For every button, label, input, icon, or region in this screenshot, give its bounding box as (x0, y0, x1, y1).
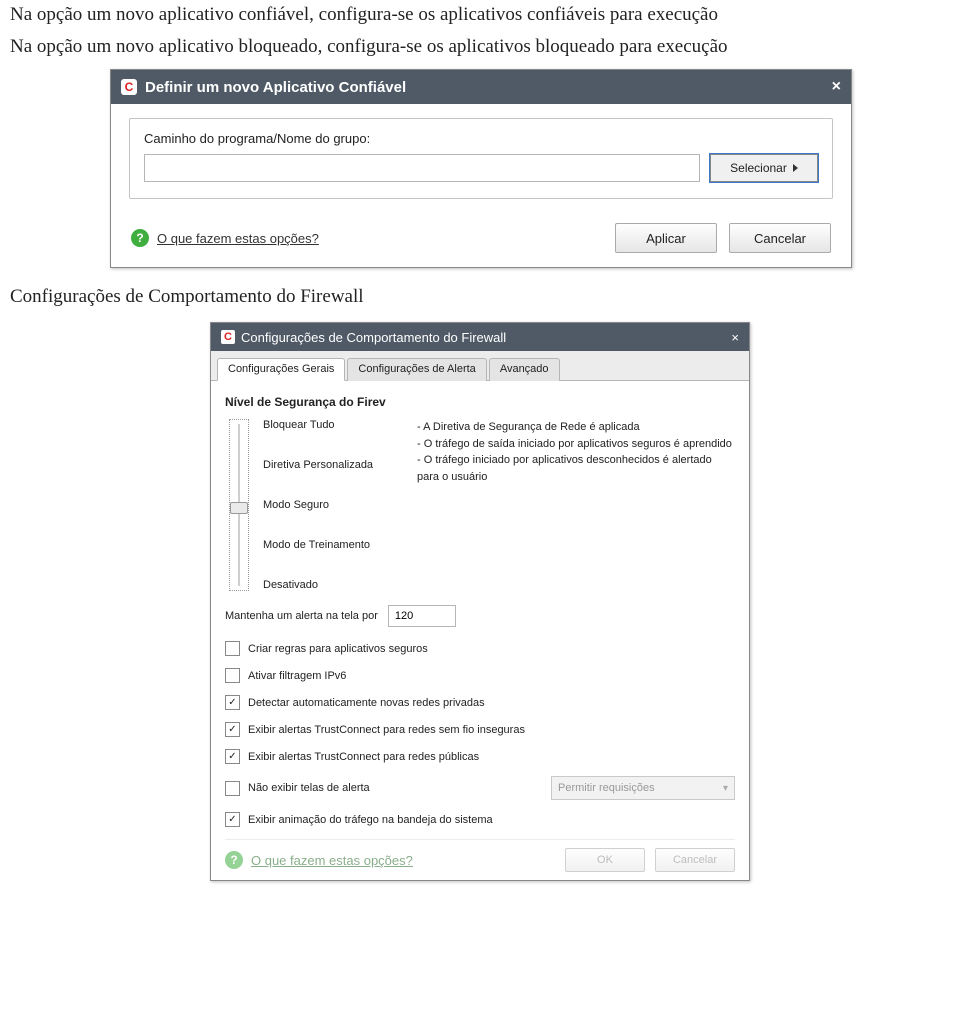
checkbox-label: Exibir animação do tráfego na bandeja do… (248, 814, 493, 826)
tab-advanced[interactable]: Avançado (489, 358, 560, 381)
help-link[interactable]: O que fazem estas opções? (157, 231, 319, 246)
help-icon[interactable]: ? (225, 851, 243, 869)
apply-button[interactable]: Aplicar (615, 223, 717, 253)
desc-line: - A Diretiva de Segurança de Rede é apli… (417, 419, 735, 436)
dialog1-body: Caminho do programa/Nome do grupo: Selec… (111, 104, 851, 267)
help-link[interactable]: O que fazem estas opções? (251, 853, 413, 868)
checkbox-icon[interactable]: ✓ (225, 722, 240, 737)
checkbox-label: Criar regras para aplicativos seguros (248, 643, 428, 655)
checkbox-row-trustconnect-public: ✓ Exibir alertas TrustConnect para redes… (225, 749, 735, 764)
desc-line: - O tráfego de saída iniciado por aplica… (417, 436, 735, 453)
checkbox-icon[interactable]: ✓ (225, 812, 240, 827)
keep-alert-label: Mantenha um alerta na tela por (225, 610, 378, 622)
doc-line-1: Na opção um novo aplicativo confiável, c… (0, 0, 960, 32)
dialog2-footer: ? O que fazem estas opções? OK Cancelar (225, 839, 735, 872)
checkbox-label: Detectar automaticamente novas redes pri… (248, 697, 485, 709)
dialog1-titlebar: C Definir um novo Aplicativo Confiável × (111, 70, 851, 104)
comodo-logo-icon: C (221, 330, 235, 344)
checkbox-icon[interactable]: ✓ (225, 695, 240, 710)
checkbox-icon[interactable] (225, 781, 240, 796)
comodo-logo-icon: C (121, 79, 137, 95)
chevron-down-icon: ▾ (723, 783, 728, 794)
allow-requests-dropdown[interactable]: Permitir requisições ▾ (551, 776, 735, 800)
checkbox-row-safe-apps: Criar regras para aplicativos seguros (225, 641, 735, 656)
close-icon[interactable]: × (731, 330, 739, 345)
security-level-slider[interactable] (229, 419, 249, 591)
security-level-description: - A Diretiva de Segurança de Rede é apli… (417, 417, 735, 485)
checkbox-row-tray-animation: ✓ Exibir animação do tráfego na bandeja … (225, 812, 735, 827)
checkbox-row-detect-networks: ✓ Detectar automaticamente novas redes p… (225, 695, 735, 710)
dialog2-title-text: Configurações de Comportamento do Firewa… (241, 330, 506, 345)
program-path-fieldset: Caminho do programa/Nome do grupo: Selec… (129, 118, 833, 199)
dialog-define-trusted-app: C Definir um novo Aplicativo Confiável ×… (110, 69, 852, 268)
dialog-firewall-behavior: C Configurações de Comportamento do Fire… (210, 322, 750, 881)
dialog1-footer: ? O que fazem estas opções? Aplicar Canc… (129, 223, 833, 253)
checkbox-icon[interactable]: ✓ (225, 749, 240, 764)
keep-alert-input[interactable] (388, 605, 456, 627)
dropdown-label: Permitir requisições (558, 782, 655, 794)
slider-label: Modo de Treinamento (263, 539, 403, 551)
slider-thumb-icon[interactable] (230, 502, 248, 514)
slider-label: Diretiva Personalizada (263, 459, 403, 471)
ok-button[interactable]: OK (565, 848, 645, 872)
program-path-label: Caminho do programa/Nome do grupo: (144, 131, 818, 146)
checkbox-icon[interactable] (225, 641, 240, 656)
section-title-firewall-behavior: Configurações de Comportamento do Firewa… (0, 268, 960, 316)
checkbox-row-trustconnect-wifi: ✓ Exibir alertas TrustConnect para redes… (225, 722, 735, 737)
slider-label: Desativado (263, 579, 403, 591)
cancel-button[interactable]: Cancelar (655, 848, 735, 872)
checkbox-label: Não exibir telas de alerta (248, 782, 370, 794)
slider-label: Modo Seguro (263, 499, 403, 511)
cancel-button[interactable]: Cancelar (729, 223, 831, 253)
security-level-heading: Nível de Segurança do Firev (225, 395, 735, 409)
checkbox-label: Ativar filtragem IPv6 (248, 670, 346, 682)
help-icon[interactable]: ? (131, 229, 149, 247)
checkbox-row-no-alert-screens: Não exibir telas de alerta Permitir requ… (225, 776, 735, 800)
doc-line-2: Na opção um novo aplicativo bloqueado, c… (0, 32, 960, 64)
dialog1-title-text: Definir um novo Aplicativo Confiável (145, 79, 406, 96)
tab-general-settings[interactable]: Configurações Gerais (217, 358, 345, 381)
security-level-row: Bloquear Tudo Diretiva Personalizada Mod… (225, 417, 735, 591)
program-path-row: Selecionar (144, 154, 818, 182)
keep-alert-row: Mantenha um alerta na tela por (225, 605, 735, 627)
slider-label: Bloquear Tudo (263, 419, 403, 431)
checkbox-row-ipv6: Ativar filtragem IPv6 (225, 668, 735, 683)
checkbox-label: Exibir alertas TrustConnect para redes s… (248, 724, 525, 736)
slider-labels: Bloquear Tudo Diretiva Personalizada Mod… (263, 417, 403, 591)
desc-line: - O tráfego iniciado por aplicativos des… (417, 452, 735, 485)
dialog2-body: Nível de Segurança do Firev Bloquear Tud… (211, 381, 749, 880)
program-path-input[interactable] (144, 154, 700, 182)
dialog2-titlebar: C Configurações de Comportamento do Fire… (211, 323, 749, 351)
dialog2-buttons: OK Cancelar (565, 848, 735, 872)
checkbox-label: Exibir alertas TrustConnect para redes p… (248, 751, 479, 763)
select-button[interactable]: Selecionar (710, 154, 818, 182)
tab-strip: Configurações Gerais Configurações de Al… (211, 351, 749, 381)
checkbox-icon[interactable] (225, 668, 240, 683)
chevron-right-icon (793, 164, 798, 172)
tab-alert-settings[interactable]: Configurações de Alerta (347, 358, 486, 381)
select-button-label: Selecionar (730, 161, 787, 175)
close-icon[interactable]: × (832, 78, 841, 96)
dialog1-buttons: Aplicar Cancelar (615, 223, 831, 253)
